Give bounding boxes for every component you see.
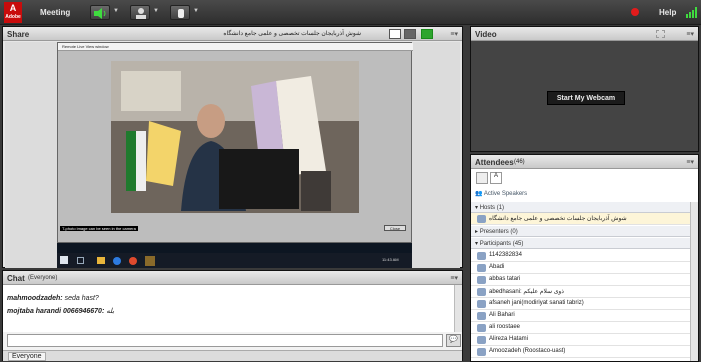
list-item[interactable]: Ali Bahari (471, 310, 690, 322)
list-item[interactable]: abbas tatari (471, 274, 690, 286)
shared-screen: Remote Live View window T-photo image ca… (5, 42, 460, 268)
pod-menu-icon[interactable]: ≡▾ (450, 274, 458, 282)
list-item[interactable]: afsaneh jani(modiriyat sanati tabriz) (471, 298, 690, 310)
overlay-caption: T-photo image can be seen in the camera (60, 226, 138, 231)
meeting-menu[interactable]: Meeting (40, 8, 70, 17)
list-item[interactable]: Alireza Hatami (471, 334, 690, 346)
adobe-logo: A Adobe (4, 2, 22, 23)
chat-scrollbar[interactable] (454, 285, 462, 332)
raise-hand-button[interactable] (170, 5, 190, 20)
window-titlebar: Remote Live View window (58, 43, 413, 51)
close-button[interactable]: Close (384, 225, 406, 231)
fullscreen-icon[interactable] (421, 29, 433, 39)
video-pod-header: Video ≡▾ (471, 27, 698, 41)
chat-history: mahmoodzadeh: seda hast? mojtaba harandi… (3, 285, 454, 332)
user-icon (477, 324, 486, 332)
list-item[interactable]: شوش آذربایجان جلسات تخصصی و علمی جامع دا… (471, 213, 690, 225)
speech-bubble-icon: 💬 (449, 336, 458, 343)
search-icon[interactable] (77, 257, 84, 264)
browser-icon[interactable] (113, 257, 121, 265)
speaker-button[interactable] (90, 5, 110, 20)
window-title: Remote Live View window (62, 44, 109, 49)
full-view-icon[interactable] (404, 29, 416, 39)
attendees-pod-header: Attendees (46) ≡▾ (471, 155, 698, 169)
share-title: Share (7, 30, 30, 39)
list-item[interactable]: Abadi (471, 262, 690, 274)
list-item[interactable]: ali roostaee (471, 322, 690, 334)
speaker-icon (94, 8, 106, 19)
chat-pod: Chat (Everyone) ≡▾ mahmoodzadeh: seda ha… (2, 270, 463, 361)
windows-start-icon[interactable] (60, 256, 68, 264)
folder-icon[interactable] (97, 257, 105, 264)
list-item[interactable]: 1142382834 (471, 250, 690, 262)
send-message-button[interactable]: 💬 (446, 334, 461, 347)
remote-live-view-window: Remote Live View window T-photo image ca… (57, 42, 413, 243)
attendees-pod: Attendees (46) ≡▾ A 👥 Active Speakers ▾ … (470, 154, 699, 362)
list-item[interactable]: abedhasani: ذوی سلام علیکم (471, 286, 690, 298)
participants-section[interactable]: ▾ Participants (45) (471, 238, 690, 249)
signal-strength-icon (686, 7, 697, 18)
presenter-name: شوش آذربایجان جلسات تخصصی و علمی جامع دا… (223, 31, 361, 37)
active-speakers-label: 👥 Active Speakers (475, 191, 528, 197)
record-indicator-icon[interactable] (631, 8, 639, 16)
presenters-section[interactable]: ▸ Presenters (0) (471, 226, 690, 237)
hand-icon (178, 9, 184, 18)
user-icon (477, 312, 486, 320)
share-pod: Share شوش آذربایجان جلسات تخصصی و علمی ج… (2, 26, 463, 268)
chat-message: mojtaba harandi 0066946670: بله (7, 308, 115, 315)
user-icon (477, 348, 486, 356)
app-icon[interactable] (129, 257, 137, 265)
list-item[interactable]: Amoozadeh (Roostaco-uast) (471, 346, 690, 358)
expand-icon[interactable] (656, 30, 665, 38)
lecture-video-image (111, 61, 359, 213)
chevron-down-icon[interactable]: ▼ (113, 8, 119, 14)
fit-view-icon[interactable] (389, 29, 401, 39)
user-icon (136, 8, 146, 19)
host-icon (477, 215, 486, 223)
user-icon (477, 300, 486, 308)
camera-feed (111, 61, 359, 213)
chat-input[interactable] (7, 334, 443, 347)
hosts-section[interactable]: ▾ Hosts (1) (471, 202, 690, 213)
pod-menu-icon[interactable]: ≡▾ (686, 30, 694, 38)
chat-pod-header: Chat (Everyone) ≡▾ (3, 271, 462, 285)
chevron-down-icon[interactable]: ▼ (193, 8, 199, 14)
windows-taskbar: 11:43 AM (57, 253, 412, 268)
sort-icon[interactable]: A (490, 172, 502, 184)
user-icon (477, 276, 486, 284)
user-icon (477, 288, 486, 296)
chat-message: mahmoodzadeh: seda hast? (7, 295, 99, 302)
help-menu[interactable]: Help (659, 8, 676, 17)
user-icon (477, 264, 486, 272)
taskbar-clock: 11:43 AM (382, 257, 399, 262)
chat-scope: (Everyone) (28, 275, 58, 281)
chat-title: Chat (7, 274, 25, 283)
camera-button[interactable] (130, 5, 150, 20)
camera-app-icon[interactable] (145, 256, 155, 266)
attendees-scrollbar[interactable] (690, 202, 698, 361)
attendees-title: Attendees (475, 158, 514, 167)
user-icon (477, 252, 486, 260)
chat-recipient-bar: Everyone (3, 350, 462, 361)
chevron-down-icon[interactable]: ▼ (153, 8, 159, 14)
attendee-count: (46) (514, 159, 525, 165)
top-menu-bar: A Adobe Meeting ▼ ▼ ▼ Help (0, 0, 701, 25)
list-view-icon[interactable] (476, 172, 488, 184)
pod-menu-icon[interactable]: ≡▾ (686, 158, 694, 166)
recipient-tab[interactable]: Everyone (8, 352, 46, 361)
share-pod-header: Share شوش آذربایجان جلسات تخصصی و علمی ج… (3, 27, 462, 41)
shared-desktop: Remote Live View window T-photo image ca… (57, 42, 413, 268)
pod-menu-icon[interactable]: ≡▾ (450, 30, 458, 38)
user-icon (477, 336, 486, 344)
start-webcam-button[interactable]: Start My Webcam (547, 91, 625, 105)
video-title: Video (475, 30, 497, 39)
speaker-user-icon: 👥 (475, 191, 483, 197)
video-pod: Video ≡▾ Start My Webcam (470, 26, 699, 152)
